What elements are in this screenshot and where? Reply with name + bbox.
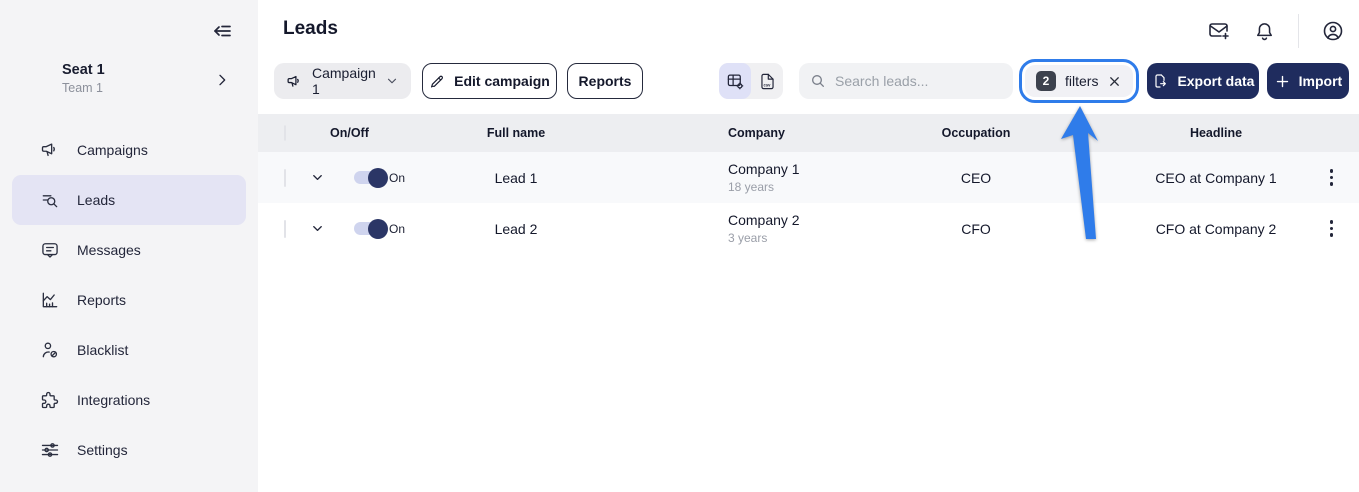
sliders-icon bbox=[40, 440, 60, 460]
sidebar-item-campaigns[interactable]: Campaigns bbox=[12, 125, 246, 175]
csv-file-icon[interactable]: csv bbox=[751, 63, 783, 99]
sidebar-item-leads[interactable]: Leads bbox=[12, 175, 246, 225]
close-icon[interactable] bbox=[1107, 74, 1122, 89]
reports-button-label: Reports bbox=[578, 73, 632, 89]
view-toggle: csv bbox=[719, 63, 783, 99]
sidebar-item-label: Blacklist bbox=[77, 342, 129, 358]
search-icon bbox=[810, 73, 826, 89]
lead-full-name[interactable]: Lead 1 bbox=[426, 170, 606, 186]
row-checkbox[interactable] bbox=[284, 219, 286, 238]
file-export-icon bbox=[1152, 73, 1168, 89]
sidebar-item-integrations[interactable]: Integrations bbox=[12, 375, 246, 425]
edit-campaign-button[interactable]: Edit campaign bbox=[422, 63, 557, 99]
table-row: On Lead 2 Company 2 3 years CFO CFO at C… bbox=[258, 203, 1359, 254]
row-checkbox[interactable] bbox=[284, 168, 286, 187]
search-input[interactable] bbox=[799, 63, 1013, 99]
sidebar-item-label: Settings bbox=[77, 442, 128, 458]
sidebar-item-label: Messages bbox=[77, 242, 141, 258]
sidebar: Seat 1 Team 1 Campaigns Leads Messages R… bbox=[0, 0, 258, 492]
expand-row-icon[interactable] bbox=[304, 170, 330, 185]
lead-occupation: CFO bbox=[961, 220, 991, 237]
select-all-checkbox[interactable] bbox=[284, 125, 286, 141]
collapse-sidebar-icon[interactable] bbox=[210, 19, 234, 43]
sidebar-item-blacklist[interactable]: Blacklist bbox=[12, 325, 246, 375]
message-icon bbox=[40, 240, 60, 260]
column-header-headline[interactable]: Headline bbox=[1116, 126, 1316, 140]
filters-chip-label: filters bbox=[1065, 73, 1099, 89]
column-header-fullname[interactable]: Full name bbox=[426, 126, 606, 140]
plus-icon bbox=[1275, 74, 1290, 89]
seat-name: Seat 1 bbox=[62, 62, 105, 78]
lead-company: Company 1 bbox=[728, 161, 800, 177]
sidebar-item-messages[interactable]: Messages bbox=[12, 225, 246, 275]
pencil-icon bbox=[429, 73, 445, 89]
table-row: On Lead 1 Company 1 18 years CEO CEO at … bbox=[258, 152, 1359, 203]
export-data-label: Export data bbox=[1177, 73, 1255, 89]
import-label: Import bbox=[1298, 73, 1343, 89]
campaign-selector[interactable]: Campaign 1 bbox=[274, 63, 411, 99]
sidebar-item-label: Leads bbox=[77, 192, 116, 208]
onoff-toggle[interactable] bbox=[354, 218, 388, 239]
filters-chip[interactable]: 2 filters bbox=[1025, 65, 1134, 97]
sidebar-item-label: Reports bbox=[77, 292, 127, 308]
user-block-icon bbox=[40, 340, 60, 360]
lead-company-tenure: 18 years bbox=[728, 180, 775, 194]
notifications-icon[interactable] bbox=[1253, 20, 1276, 43]
megaphone-icon bbox=[40, 140, 60, 160]
column-header-onoff[interactable]: On/Off bbox=[330, 126, 426, 140]
topbar-divider bbox=[1298, 14, 1299, 48]
row-menu-icon[interactable] bbox=[1326, 165, 1338, 190]
table-header-row: On/Off Full name Company Occupation Head… bbox=[258, 114, 1359, 152]
sidebar-nav: Campaigns Leads Messages Reports Blackli… bbox=[0, 125, 258, 475]
lead-headline: CFO at Company 2 bbox=[1155, 220, 1277, 237]
filters-count-badge: 2 bbox=[1036, 71, 1056, 91]
edit-campaign-label: Edit campaign bbox=[454, 73, 550, 89]
sidebar-item-reports[interactable]: Reports bbox=[12, 275, 246, 325]
table-settings-icon[interactable] bbox=[719, 63, 751, 99]
seat-selector[interactable]: Seat 1 Team 1 bbox=[62, 62, 238, 95]
topbar-icons bbox=[1207, 13, 1345, 49]
lead-company: Company 2 bbox=[728, 212, 800, 228]
expand-row-icon[interactable] bbox=[304, 221, 330, 236]
chart-icon bbox=[40, 290, 60, 310]
lead-occupation: CEO bbox=[960, 169, 992, 186]
new-message-icon[interactable] bbox=[1207, 19, 1231, 43]
svg-text:csv: csv bbox=[763, 82, 771, 87]
lead-search-icon bbox=[40, 190, 60, 210]
chevron-right-icon[interactable] bbox=[214, 72, 230, 88]
sidebar-item-label: Integrations bbox=[77, 392, 151, 408]
chevron-down-icon bbox=[385, 74, 399, 88]
main-content: Leads Campaign 1 Edit campaign Reports c… bbox=[258, 0, 1359, 492]
page-title: Leads bbox=[283, 18, 338, 39]
leads-toolbar: Campaign 1 Edit campaign Reports csv Sea… bbox=[258, 59, 1359, 103]
lead-headline: CEO at Company 1 bbox=[1155, 169, 1277, 186]
puzzle-icon bbox=[40, 390, 60, 410]
search-wrap bbox=[799, 63, 1013, 99]
sidebar-item-settings[interactable]: Settings bbox=[12, 425, 246, 475]
row-menu-icon[interactable] bbox=[1326, 216, 1338, 241]
export-data-button[interactable]: Export data bbox=[1147, 63, 1260, 99]
filters-highlight-ring: 2 filters bbox=[1019, 59, 1140, 103]
lead-company-tenure: 3 years bbox=[728, 231, 768, 245]
lead-full-name[interactable]: Lead 2 bbox=[426, 221, 606, 237]
megaphone-icon bbox=[286, 73, 303, 90]
toggle-state-label: On bbox=[389, 221, 406, 236]
column-header-occupation[interactable]: Occupation bbox=[916, 126, 1116, 140]
team-name: Team 1 bbox=[62, 81, 103, 95]
leads-table: On/Off Full name Company Occupation Head… bbox=[258, 114, 1359, 254]
campaign-selector-label: Campaign 1 bbox=[312, 65, 376, 97]
reports-button[interactable]: Reports bbox=[567, 63, 643, 99]
toggle-state-label: On bbox=[389, 170, 406, 185]
column-header-company[interactable]: Company bbox=[606, 126, 916, 140]
sidebar-item-label: Campaigns bbox=[77, 142, 148, 158]
onoff-toggle[interactable] bbox=[354, 167, 388, 188]
profile-icon[interactable] bbox=[1321, 19, 1345, 43]
import-button[interactable]: Import bbox=[1267, 63, 1350, 99]
